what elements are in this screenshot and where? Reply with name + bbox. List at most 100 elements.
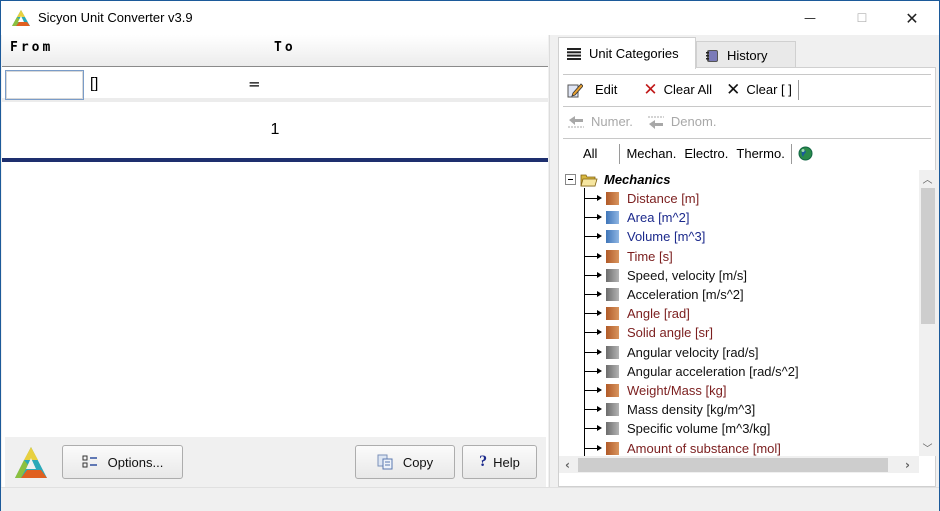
from-unit-field[interactable]: [] xyxy=(90,75,98,92)
category-swatch-icon xyxy=(606,403,619,417)
tree-branch-arrow-icon xyxy=(584,444,602,451)
scroll-down-icon[interactable]: ﹀ xyxy=(919,439,936,456)
tree-item[interactable]: Volume [m^3] xyxy=(584,227,705,246)
filter-mechanics[interactable]: Mechan. xyxy=(626,146,676,161)
history-book-icon xyxy=(706,49,718,62)
options-list-icon xyxy=(82,455,97,468)
clear-brackets-button[interactable]: ✕ Clear [ ] xyxy=(726,80,792,100)
filter-separator xyxy=(619,143,621,164)
tree-item-label: Specific volume [m^3/kg] xyxy=(627,421,771,437)
denominator-arrow-icon xyxy=(647,116,664,129)
tree-item[interactable]: Solid angle [sr] xyxy=(584,323,713,342)
tab-unit-categories[interactable]: Unit Categories xyxy=(558,37,696,69)
tree-item[interactable]: Angular acceleration [rad/s^2] xyxy=(584,362,799,381)
tree-branch-arrow-icon xyxy=(584,310,602,317)
tree-item-label: Mass density [kg/m^3] xyxy=(627,402,756,418)
numerator-arrow-icon xyxy=(568,115,584,127)
tree-item[interactable]: Weight/Mass [kg] xyxy=(584,381,726,400)
fraction-toolbar: Numer. Denom. xyxy=(563,106,931,136)
tab-unit-categories-label: Unit Categories xyxy=(589,46,679,61)
clear-x-icon: ✕ xyxy=(726,79,741,99)
category-swatch-icon xyxy=(606,326,619,340)
tree-root-label: Mechanics xyxy=(604,172,671,187)
tree-branch-arrow-icon xyxy=(584,291,602,297)
options-button[interactable]: Options... xyxy=(62,445,183,479)
help-question-icon: ? xyxy=(479,453,488,470)
help-button-label: Help xyxy=(493,454,520,470)
category-swatch-icon xyxy=(606,307,619,321)
list-icon xyxy=(567,47,581,60)
horizontal-scroll-thumb[interactable] xyxy=(578,458,888,472)
globe-icon[interactable] xyxy=(798,146,813,161)
unit-category-tree: Mechanics Distance [m] Area [m^2] Volume [… xyxy=(559,170,919,456)
filter-thermo[interactable]: Thermo. xyxy=(736,146,784,161)
from-value-input[interactable] xyxy=(5,70,84,100)
edit-toolbar: Edit ✕ Clear All ✕ Clear [ ] xyxy=(563,74,931,104)
edit-button[interactable]: Edit xyxy=(567,82,617,98)
copy-button[interactable]: Copy xyxy=(355,445,455,479)
tree-item-label: Angle [rad] xyxy=(627,306,690,322)
tree-item[interactable]: Time [s] xyxy=(584,247,673,266)
horizontal-scrollbar[interactable]: ‹ › xyxy=(559,456,919,473)
title-bar: Sicyon Unit Converter v3.9 — ☐ ✕ xyxy=(1,1,939,35)
tree-item[interactable]: Angle [rad] xyxy=(584,304,690,323)
tree-item[interactable]: Mass density [kg/m^3] xyxy=(584,400,755,419)
collapse-icon[interactable] xyxy=(565,174,576,185)
converter-pane: From To [] = 1 Options... Copy ? Help xyxy=(2,35,548,487)
category-swatch-icon xyxy=(606,192,619,205)
window-title: Sicyon Unit Converter v3.9 xyxy=(38,10,193,25)
tree-branch-arrow-icon xyxy=(584,367,602,374)
tree-item-label: Amount of substance [mol] xyxy=(627,440,781,456)
tab-history[interactable]: History xyxy=(696,41,796,69)
options-button-label: Options... xyxy=(107,454,164,470)
denominator-button[interactable]: Denom. xyxy=(647,114,716,130)
tree-branch-arrow-icon xyxy=(584,252,602,259)
tree-item[interactable]: Acceleration [m/s^2] xyxy=(584,285,744,304)
tree-item[interactable]: Distance [m] xyxy=(584,189,699,208)
tree-branch-arrow-icon xyxy=(584,329,602,336)
tree-item-label: Time [s] xyxy=(627,248,673,264)
tree-item-label: Solid angle [sr] xyxy=(627,325,713,341)
filter-separator-2 xyxy=(790,143,792,164)
category-swatch-icon xyxy=(606,288,619,301)
numerator-label: Numer. xyxy=(591,114,633,129)
status-bar xyxy=(1,487,939,511)
scroll-right-icon[interactable]: › xyxy=(899,456,916,473)
clear-all-button[interactable]: ✕ Clear All xyxy=(643,80,712,100)
maximize-button[interactable]: ☐ xyxy=(839,1,885,35)
category-swatch-icon xyxy=(606,249,619,263)
edit-pencil-icon xyxy=(567,82,583,97)
tree-item-label: Distance [m] xyxy=(627,191,700,206)
category-swatch-icon xyxy=(606,364,619,378)
category-swatch-icon xyxy=(606,268,619,282)
tree-item[interactable]: Speed, velocity [m/s] xyxy=(584,266,747,285)
folder-open-icon xyxy=(580,174,598,186)
numerator-button[interactable]: Numer. xyxy=(567,114,633,130)
tree-item[interactable]: Amount of substance [mol] xyxy=(584,439,781,456)
copy-icon xyxy=(377,454,393,470)
minimize-icon: — xyxy=(804,11,816,25)
minimize-button[interactable]: — xyxy=(787,1,833,35)
vertical-scrollbar[interactable]: ︿ ﹀ xyxy=(919,170,936,456)
tree-item-label: Weight/Mass [kg] xyxy=(627,383,727,398)
filter-electro[interactable]: Electro. xyxy=(684,146,728,161)
scroll-left-icon[interactable]: ‹ xyxy=(559,456,576,473)
tree-branch-arrow-icon xyxy=(584,387,602,393)
close-button[interactable]: ✕ xyxy=(889,1,935,35)
help-button[interactable]: ? Help xyxy=(462,445,537,479)
tree-node-mechanics[interactable]: Mechanics xyxy=(565,170,670,189)
tree-branch-arrow-icon xyxy=(584,271,602,278)
maximize-icon: ☐ xyxy=(856,11,868,25)
scroll-up-icon[interactable]: ︿ xyxy=(919,170,936,187)
tree-item[interactable]: Specific volume [m^3/kg] xyxy=(584,419,770,438)
unit-categories-panel: Edit ✕ Clear All ✕ Clear [ ] Numer. Deno… xyxy=(558,67,936,487)
category-filter-bar: All Mechan. Electro. Thermo. xyxy=(563,138,931,168)
tree-branch-arrow-icon xyxy=(584,233,602,240)
toolbar-separator xyxy=(797,79,799,100)
tree-item[interactable]: Angular velocity [rad/s] xyxy=(584,343,759,362)
filter-all[interactable]: All xyxy=(583,146,597,161)
vertical-scroll-thumb[interactable] xyxy=(921,188,935,324)
edit-label: Edit xyxy=(595,82,618,97)
tree-item[interactable]: Area [m^2] xyxy=(584,208,689,227)
tree-item-label: Speed, velocity [m/s] xyxy=(627,267,747,283)
